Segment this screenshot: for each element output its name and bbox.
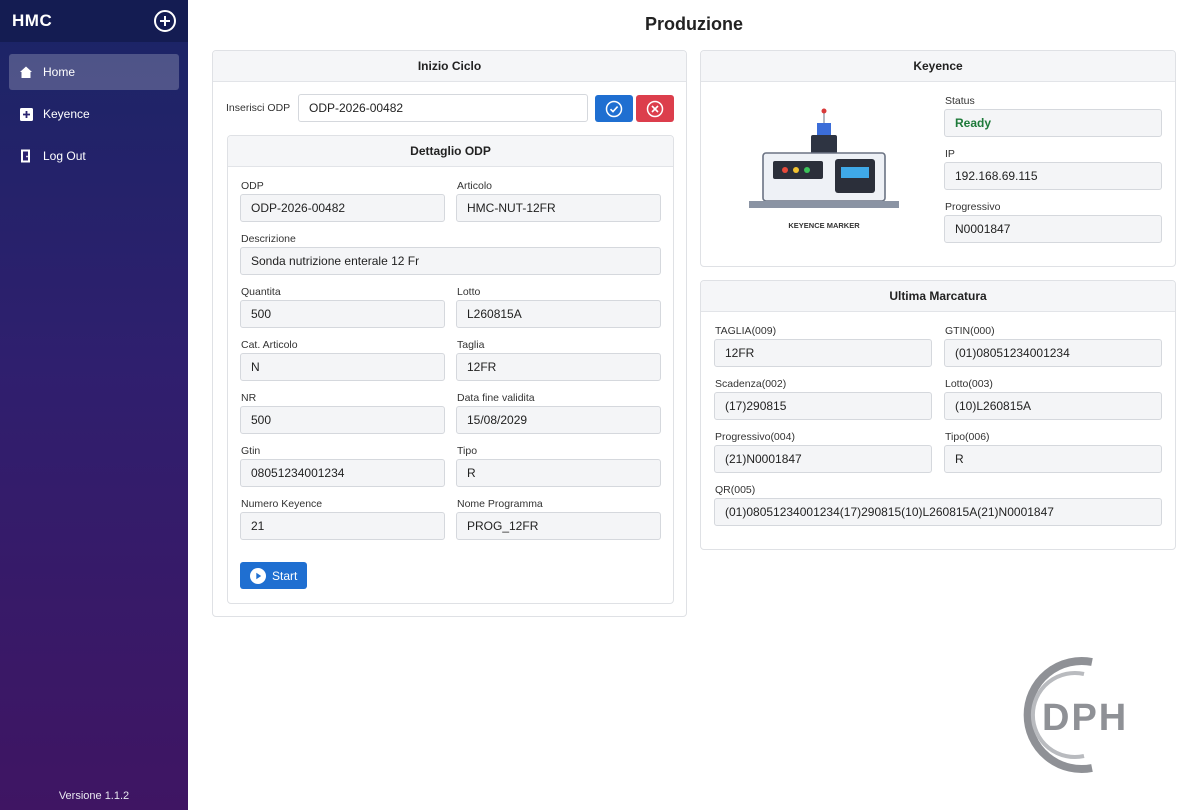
tipo-006-field[interactable]: R — [944, 445, 1162, 473]
lotto-label: Lotto — [457, 286, 481, 298]
door-icon — [19, 149, 33, 163]
sidebar-item-label: Log Out — [43, 149, 86, 163]
ip-field[interactable]: 192.168.69.115 — [944, 162, 1162, 190]
plus-icon — [160, 16, 170, 26]
taglia-label: Taglia — [457, 339, 485, 351]
sidebar-item-home[interactable]: Home — [9, 54, 179, 90]
keyence-title: Keyence — [701, 51, 1175, 82]
logo-text: DPH — [1042, 697, 1128, 739]
home-icon — [19, 65, 33, 79]
keyence-marker-image — [749, 108, 899, 208]
taglia-009-label: TAGLIA(009) — [715, 325, 777, 337]
sidebar: HMC Home Keyence Log Out Versione 1.1.2 — [0, 0, 188, 810]
version-label: Versione 1.1.2 — [58, 790, 130, 802]
cat-articolo-field[interactable]: N — [240, 353, 445, 381]
keyence-card: Keyence KEYENCE MARKER Status Ready IP 1… — [700, 50, 1176, 267]
nome-programma-field[interactable]: PROG_12FR — [456, 512, 661, 540]
nr-label: NR — [241, 392, 257, 404]
page-title: Produzione — [645, 14, 743, 34]
status-field: Ready — [944, 109, 1162, 137]
scadenza-002-field[interactable]: (17)290815 — [714, 392, 932, 420]
inizio-ciclo-card: Inizio Ciclo Inserisci ODP ODP-2026-0048… — [212, 50, 687, 617]
odp-input-label: Inserisci ODP — [226, 102, 291, 114]
progressivo-004-label: Progressivo(004) — [715, 431, 795, 443]
sidebar-item-label: Home — [43, 65, 76, 79]
lotto-003-label: Lotto(003) — [945, 378, 993, 390]
close-circle-icon — [646, 100, 664, 117]
sidebar-item-label: Keyence — [43, 107, 90, 121]
ultima-marcatura-title: Ultima Marcatura — [701, 281, 1175, 312]
tipo-label: Tipo — [457, 445, 478, 457]
add-button[interactable] — [154, 10, 176, 32]
dph-logo: DPH — [1023, 657, 1128, 773]
brand-title: HMC — [12, 11, 53, 30]
gtin-000-label: GTIN(000) — [945, 325, 995, 337]
ultima-marcatura-card: Ultima Marcatura TAGLIA(009) 12FR GTIN(0… — [700, 280, 1176, 550]
descrizione-label: Descrizione — [241, 233, 296, 245]
check-circle-icon — [605, 100, 623, 117]
gtin-000-field[interactable]: (01)08051234001234 — [944, 339, 1162, 367]
tipo-006-label: Tipo(006) — [945, 431, 990, 443]
data-fine-validita-label: Data fine validita — [457, 392, 535, 404]
progressivo-004-field[interactable]: (21)N0001847 — [714, 445, 932, 473]
progressivo-field[interactable]: N0001847 — [944, 215, 1162, 243]
confirm-button[interactable] — [595, 95, 633, 122]
quantita-label: Quantita — [241, 286, 281, 298]
taglia-field[interactable]: 12FR — [456, 353, 661, 381]
cancel-button[interactable] — [636, 95, 674, 122]
lotto-field[interactable]: L260815A — [456, 300, 661, 328]
play-circle-icon — [250, 567, 266, 584]
articolo-field[interactable]: HMC-NUT-12FR — [456, 194, 661, 222]
inizio-ciclo-title: Inizio Ciclo — [213, 51, 686, 82]
quantita-field[interactable]: 500 — [240, 300, 445, 328]
odp-input[interactable]: ODP-2026-00482 — [298, 94, 588, 122]
data-fine-validita-field[interactable]: 15/08/2029 — [456, 406, 661, 434]
qr-005-field[interactable]: (01)08051234001234(17)290815(10)L260815A… — [714, 498, 1162, 526]
descrizione-field[interactable]: Sonda nutrizione enterale 12 Fr — [240, 247, 661, 275]
sidebar-item-logout[interactable]: Log Out — [9, 138, 179, 174]
odp-label: ODP — [241, 180, 264, 192]
dettaglio-odp-title: Dettaglio ODP — [228, 136, 673, 167]
nome-programma-label: Nome Programma — [457, 498, 543, 510]
articolo-label: Articolo — [457, 180, 493, 192]
qr-005-label: QR(005) — [715, 484, 756, 496]
dettaglio-odp-card: Dettaglio ODP ODP ODP-2026-00482 Articol… — [227, 135, 674, 604]
progressivo-label: Progressivo — [945, 201, 1001, 213]
ip-label: IP — [945, 148, 955, 160]
status-label: Status — [945, 95, 975, 107]
keyence-image-caption: KEYENCE MARKER — [788, 221, 860, 230]
sidebar-header: HMC — [0, 0, 188, 42]
cat-articolo-label: Cat. Articolo — [241, 339, 298, 351]
taglia-009-field[interactable]: 12FR — [714, 339, 932, 367]
start-button[interactable]: Start — [240, 562, 308, 589]
nr-field[interactable]: 500 — [240, 406, 445, 434]
gtin-field[interactable]: 08051234001234 — [240, 459, 445, 487]
tipo-field[interactable]: R — [456, 459, 661, 487]
sidebar-item-keyence[interactable]: Keyence — [9, 96, 179, 132]
odp-field[interactable]: ODP-2026-00482 — [240, 194, 445, 222]
numero-keyence-field[interactable]: 21 — [240, 512, 445, 540]
start-button-label: Start — [272, 568, 298, 583]
scadenza-002-label: Scadenza(002) — [715, 378, 787, 390]
lotto-003-field[interactable]: (10)L260815A — [944, 392, 1162, 420]
plus-square-icon — [19, 107, 33, 121]
numero-keyence-label: Numero Keyence — [241, 498, 323, 510]
sidebar-nav: Home Keyence Log Out — [0, 42, 188, 180]
gtin-label: Gtin — [241, 445, 261, 457]
